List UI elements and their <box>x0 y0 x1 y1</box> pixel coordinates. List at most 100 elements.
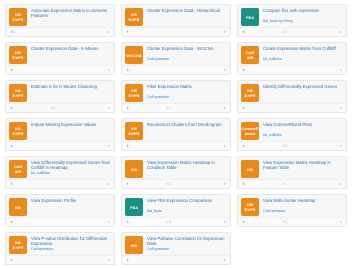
star-count[interactable]: ★ <box>242 30 245 34</box>
app-title[interactable]: Impute Missing Expression Values <box>31 122 111 127</box>
star-count[interactable]: ★ <box>242 144 245 148</box>
app-card[interactable]: FBA View FBA Expression Comparison fba_too… <box>121 194 231 227</box>
app-title[interactable]: Cluster Expression Data - WGCNA <box>147 46 227 51</box>
info-icon[interactable]: ▸ <box>108 143 110 148</box>
app-module[interactable]: kb_cufflinks <box>263 57 282 61</box>
star-count[interactable]: ★ <box>10 258 13 262</box>
app-module[interactable]: CoExpression <box>147 247 169 251</box>
star-count[interactable]: ★ <box>126 258 129 262</box>
info-icon[interactable]: ▸ <box>340 143 342 148</box>
app-card[interactable]: KB EXPR Cluster Expression Data - K-Means ★… <box>5 42 115 75</box>
star-count[interactable]: ★ <box>10 144 13 148</box>
app-title[interactable]: View Expression Matrix Heatmap in Featur… <box>263 160 343 171</box>
star-count[interactable]: ★ <box>126 182 129 186</box>
app-title[interactable]: Estimate K for K-Means Clustering <box>31 84 111 89</box>
app-card[interactable]: FBA Compare flux with expression fba_tools… <box>237 4 347 37</box>
app-card[interactable]: Cuff diff View Differentially Expressed Ge… <box>5 156 115 189</box>
app-title[interactable]: Compare flux with expression <box>263 8 343 13</box>
app-card-footer: ★ ▸ <box>122 65 230 74</box>
app-icon: KB EXPR <box>9 122 27 140</box>
star-count[interactable]: ★ <box>10 68 13 72</box>
info-icon[interactable]: ▸ <box>224 105 226 110</box>
app-card[interactable]: KB EXPR Filter Expression Matrix CoExpressi… <box>121 80 231 113</box>
star-count[interactable]: ★ <box>126 220 129 224</box>
app-card[interactable]: Cuff diff Create Expression Matrix from Cu… <box>237 42 347 75</box>
app-module[interactable]: fba_tools by Henry <box>263 19 293 23</box>
app-title[interactable]: Cluster Expression Data - Hierarchical <box>147 8 227 13</box>
info-icon[interactable]: ▸ <box>340 29 342 34</box>
app-module[interactable]: CoExpression <box>147 95 169 99</box>
app-card[interactable]: KB EXPR View P-value Distribution for Diff… <box>5 232 115 265</box>
star-count[interactable]: ★ <box>126 144 129 148</box>
app-title[interactable]: Reconstruct Clusters from Dendrogram <box>147 122 227 127</box>
app-card-footer: ★ ✓1 ▸ <box>122 103 230 112</box>
info-icon[interactable]: ▸ <box>108 105 110 110</box>
app-title[interactable]: Associate Expression Matrix to Genome Fe… <box>31 8 111 19</box>
info-icon[interactable]: ▸ <box>108 257 110 262</box>
star-count[interactable]: ★1 <box>10 30 15 34</box>
star-count[interactable]: ★ <box>126 68 129 72</box>
app-card[interactable]: KB EXPR Estimate K for K-Means Clustering ★… <box>5 80 115 113</box>
app-card[interactable]: KB EXPR Cluster Expression Data - Hierarch… <box>121 4 231 37</box>
star-count[interactable]: ★ <box>10 106 13 110</box>
star-count[interactable]: ★ <box>126 106 129 110</box>
info-icon[interactable]: ▸ <box>108 181 110 186</box>
app-title[interactable]: Cluster Expression Data - K-Means <box>31 46 111 51</box>
app-card-footer: ★1 ▸ <box>6 27 114 36</box>
app-title[interactable]: View Pairwise Correlation for Expression… <box>147 236 227 247</box>
info-icon[interactable]: ▸ <box>224 29 226 34</box>
run-count: ✓1 <box>282 220 287 224</box>
app-module[interactable]: fba_tools <box>147 209 162 213</box>
star-count[interactable]: ★ <box>242 106 245 110</box>
app-title[interactable]: View Expression Profile <box>31 198 111 203</box>
info-icon[interactable]: ▸ <box>224 181 226 186</box>
info-icon[interactable]: ▸ <box>340 181 342 186</box>
app-card[interactable]: KB View Expression Matrix Heatmap in Cond… <box>121 156 231 189</box>
app-card[interactable]: KB EXPR View Multi-cluster Heatmap CoExpres… <box>237 194 347 227</box>
info-icon[interactable]: ▸ <box>108 219 110 224</box>
info-icon[interactable]: ▸ <box>340 105 342 110</box>
info-icon[interactable]: ▸ <box>108 67 110 72</box>
star-count[interactable]: ★ <box>126 30 129 34</box>
app-title[interactable]: Identify Differentially Expressed Genes <box>263 84 343 89</box>
app-card[interactable]: KB EXPR Impute Missing Expression Values ★ ▸ <box>5 118 115 151</box>
app-card-footer: ★ ▸ <box>122 141 230 150</box>
app-card[interactable]: KB EXPR Reconstruct Clusters from Dendrogr… <box>121 118 231 151</box>
info-icon[interactable]: ▸ <box>108 29 110 34</box>
app-title[interactable]: View Expression Matrix Heatmap in Condit… <box>147 160 227 171</box>
app-title[interactable]: View CummeRbund Plots <box>263 122 343 127</box>
info-icon[interactable]: ▸ <box>224 67 226 72</box>
app-card[interactable]: CummeR bund View CummeRbund Plots kb_cuffli… <box>237 118 347 151</box>
star-count[interactable]: ★ <box>242 220 245 224</box>
app-card[interactable]: WGCNA Cluster Expression Data - WGCNA CoEx… <box>121 42 231 75</box>
app-title[interactable]: View Differentially Expressed Genes from… <box>31 160 111 171</box>
star-count[interactable]: ★ <box>10 182 13 186</box>
app-title[interactable]: Filter Expression Matrix <box>147 84 227 89</box>
app-card-footer: ★ ▸ <box>122 255 230 264</box>
star-count[interactable]: ★ <box>242 182 245 186</box>
info-icon[interactable]: ▸ <box>224 143 226 148</box>
app-module[interactable]: kb_cufflinks <box>31 171 50 175</box>
app-icon-text: diff <box>246 55 254 60</box>
app-card[interactable]: KB EXPR Identify Differentially Expressed … <box>237 80 347 113</box>
app-title[interactable]: View P-value Distribution for Differenti… <box>31 236 111 247</box>
star-count[interactable]: ★ <box>10 220 13 224</box>
app-module[interactable]: CoExpression <box>31 247 53 251</box>
app-icon-text: KB <box>15 204 21 210</box>
star-count[interactable]: ★ <box>242 68 245 72</box>
info-icon[interactable]: ▸ <box>224 219 226 224</box>
app-module[interactable]: CoExpression <box>263 209 285 213</box>
run-count: ✓1 <box>166 182 171 186</box>
info-icon[interactable]: ▸ <box>224 257 226 262</box>
info-icon[interactable]: ▸ <box>340 67 342 72</box>
app-module[interactable]: CoExpression <box>147 57 169 61</box>
app-title[interactable]: Create Expression Matrix from Cuffdiff <box>263 46 343 51</box>
app-title[interactable]: View Multi-cluster Heatmap <box>263 198 343 203</box>
app-title[interactable]: View FBA Expression Comparison <box>147 198 227 203</box>
app-card[interactable]: KB View Expression Profile ★ ▸ <box>5 194 115 227</box>
info-icon[interactable]: ▸ <box>340 219 342 224</box>
app-module[interactable]: kb_cufflinks <box>263 133 282 137</box>
app-card[interactable]: KB View Expression Matrix Heatmap in Feat… <box>237 156 347 189</box>
app-card[interactable]: KB View Pairwise Correlation for Expressi… <box>121 232 231 265</box>
app-card[interactable]: KB EXPR Associate Expression Matrix to Gen… <box>5 4 115 37</box>
